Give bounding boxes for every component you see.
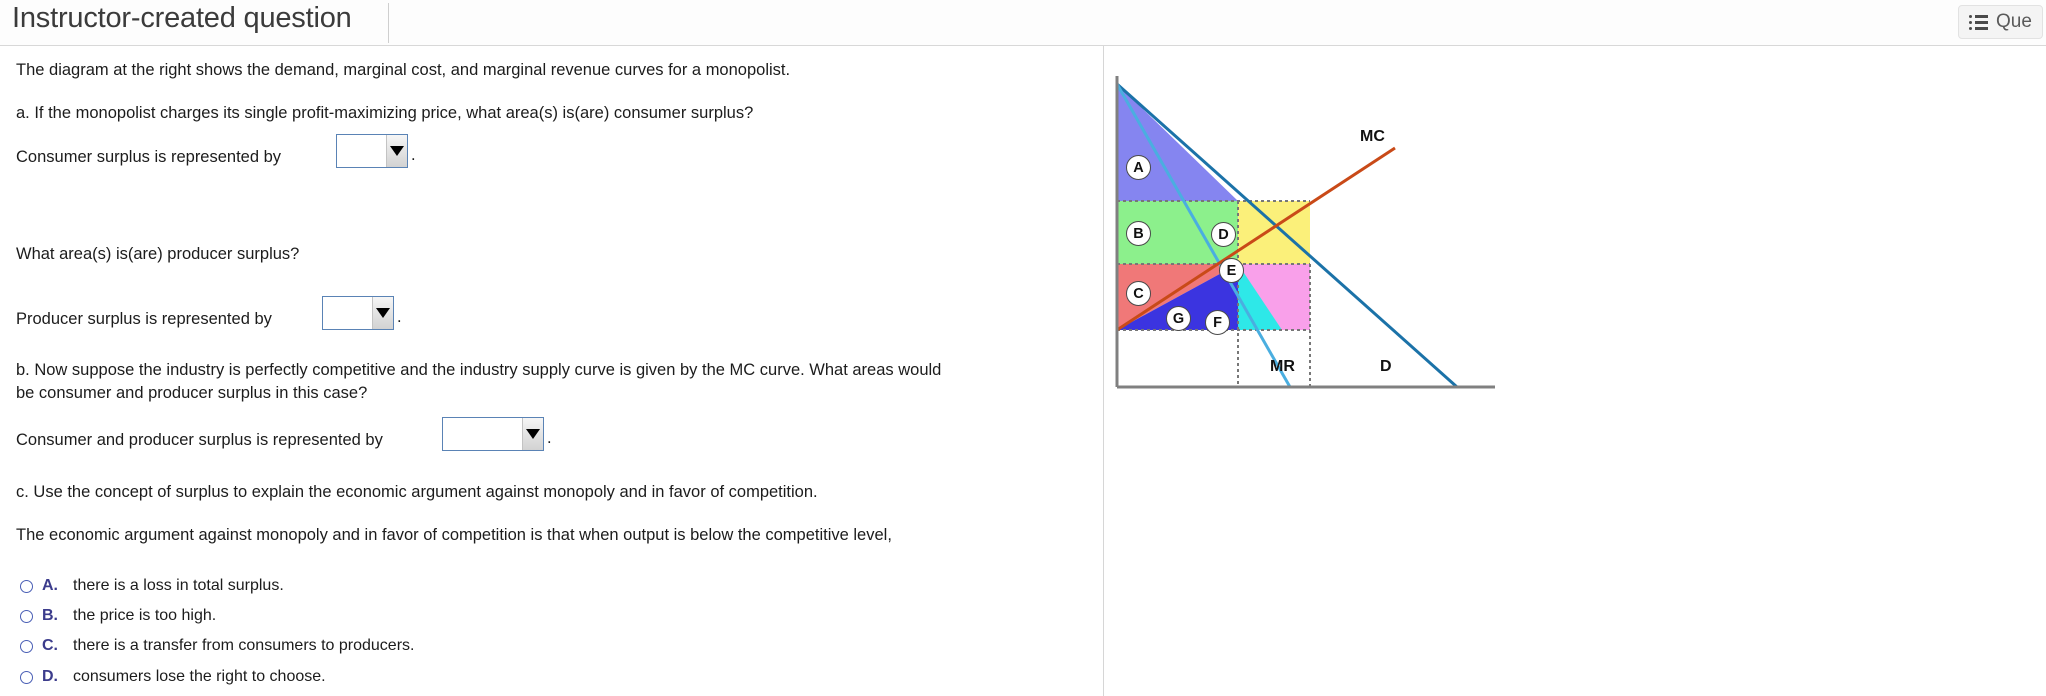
producer-surplus-prompt: What area(s) is(are) producer surplus? [16,245,300,263]
chevron-down-icon [386,135,407,167]
header-divider [388,3,389,43]
option-c[interactable]: C. there is a transfer from consumers to… [20,635,414,657]
mr-curve-label: MR [1270,358,1295,375]
question-intro: The diagram at the right shows the deman… [16,61,791,79]
mask-d-top [1238,187,1310,201]
demand-curve-label: D [1380,358,1392,375]
region-badge-F: F [1205,310,1230,335]
question-list-button[interactable]: Que [1958,5,2043,39]
cs-ps-period: . [547,429,552,447]
consumer-producer-surplus-dropdown[interactable] [442,417,544,451]
radio-icon-d[interactable] [20,670,33,684]
consumer-surplus-period: . [411,146,416,164]
region-badge-D: D [1211,222,1236,247]
page-title: Instructor-created question [12,2,352,34]
consumer-surplus-label: Consumer surplus is represented by [16,148,282,166]
mc-curve-label: MC [1360,128,1385,145]
page-header: Instructor-created question Que [0,0,2046,46]
part-c-stem: The economic argument against monopoly a… [16,526,892,544]
option-b[interactable]: B. the price is too high. [20,605,216,627]
radio-icon-c[interactable] [20,639,33,653]
option-c-letter: C. [42,637,58,654]
option-a-text: there is a loss in total surplus. [73,577,284,594]
option-b-letter: B. [42,607,58,624]
producer-surplus-label: Producer surplus is represented by [16,310,272,328]
region-badge-G: G [1166,306,1191,331]
region-badge-A: A [1126,155,1151,180]
monopoly-surplus-chart [1115,76,1495,389]
option-a-letter: A. [42,577,58,594]
consumer-surplus-dropdown[interactable] [336,134,408,168]
region-badge-B: B [1126,221,1151,246]
cs-ps-label: Consumer and producer surplus is represe… [16,431,383,449]
question-list-button-label: Que [1996,11,2032,32]
option-a[interactable]: A. there is a loss in total surplus. [20,575,284,597]
region-badge-E: E [1219,258,1244,283]
option-d[interactable]: D. consumers lose the right to choose. [20,666,326,688]
diagram-pane: Dollars per unit Output [1105,46,2046,696]
list-icon [1969,14,1988,30]
radio-icon-b[interactable] [20,609,33,623]
chevron-down-icon [372,297,393,329]
option-d-text: consumers lose the right to choose. [73,668,326,685]
part-c-prompt: c. Use the concept of surplus to explain… [16,483,818,501]
producer-surplus-period: . [397,308,402,326]
part-b-prompt-line1: b. Now suppose the industry is perfectly… [16,361,942,379]
question-pane: The diagram at the right shows the deman… [0,46,1104,696]
part-a-prompt: a. If the monopolist charges its single … [16,104,754,122]
producer-surplus-dropdown[interactable] [322,296,394,330]
option-c-text: there is a transfer from consumers to pr… [73,637,415,654]
option-d-letter: D. [42,668,58,685]
radio-icon-a[interactable] [20,579,33,593]
chevron-down-icon [522,418,543,450]
question-page: Instructor-created question Que The diag… [0,0,2046,696]
option-b-text: the price is too high. [73,607,217,624]
part-b-prompt-line2: be consumer and producer surplus in this… [16,384,368,402]
region-badge-C: C [1126,281,1151,306]
